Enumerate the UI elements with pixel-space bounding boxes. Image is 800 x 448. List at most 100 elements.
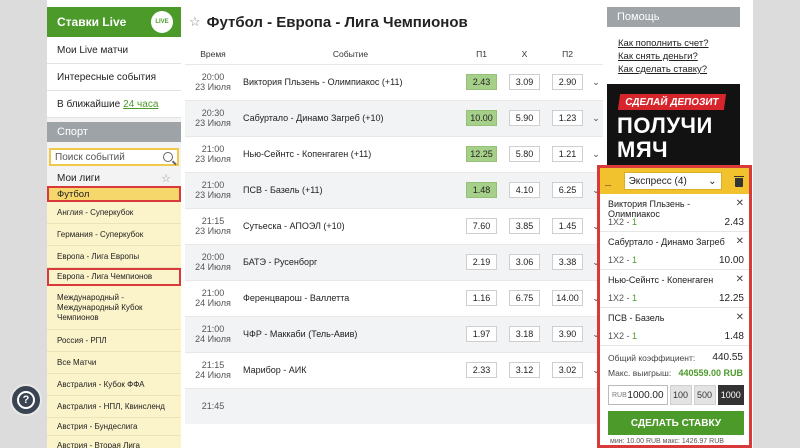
league-item[interactable]: Австралия - Кубок ФФА [47, 374, 181, 396]
my-leagues-item[interactable]: Мои лиги ☆ [47, 170, 181, 186]
event-name[interactable]: ЧФР - Маккаби (Тель-Авив) [241, 315, 460, 352]
sidebar-link-interesting[interactable]: Интересные события [47, 64, 181, 91]
table-row[interactable]: 21:15 23 Июля Сутьеска - АПОЭЛ (+10) 7.60 3.… [185, 207, 603, 244]
table-row[interactable]: 21:00 24 Июля ЧФР - Маккаби (Тель-Авив) 1.9… [185, 315, 603, 352]
league-item[interactable]: Германия - Суперкубок [47, 224, 181, 246]
max-win-label: Макс. выигрыш: [608, 367, 672, 378]
league-item[interactable]: Европа - Лига Европы [47, 246, 181, 268]
bet-odd: 12.25 [718, 293, 744, 304]
bet-market-type: 1X2 - [608, 293, 633, 303]
odd-button-p1[interactable]: 10.00 [466, 110, 497, 126]
event-name[interactable]: ПСВ - Базель (+11) [241, 171, 460, 208]
odd-button-p2[interactable]: 3.02 [552, 362, 583, 378]
odd-button-x[interactable]: 3.09 [509, 74, 540, 90]
trash-icon[interactable] [734, 175, 744, 187]
odd-button-x[interactable]: 5.90 [509, 110, 540, 126]
odd-cell: 1.23 [546, 99, 589, 136]
odd-button-p2[interactable]: 3.90 [552, 326, 583, 342]
event-time-hour: 21:00 [201, 288, 225, 298]
search-box[interactable] [49, 148, 179, 166]
table-row[interactable]: 20:00 24 Июля БАТЭ - Русенборг 2.19 3.06 3.38… [185, 243, 603, 280]
league-item-champions-league[interactable]: Европа - Лига Чемпионов [47, 268, 181, 286]
sidebar-link-my-live[interactable]: Мои Live матчи [47, 37, 181, 64]
event-name[interactable]: Ференцварош - Валлетта [241, 279, 460, 316]
expand-chevron-icon[interactable]: ⌄ [589, 63, 603, 100]
odd-button-p2[interactable]: 1.23 [552, 110, 583, 126]
odd-button-p1[interactable]: 7.60 [466, 218, 497, 234]
quick-stake-500[interactable]: 500 [693, 385, 716, 405]
sidebar-item-football[interactable]: Футбол [47, 186, 181, 202]
odd-button-p2[interactable]: 1.45 [552, 218, 583, 234]
live-header[interactable]: Ставки Live LIVE [47, 7, 181, 37]
odd-button-p1[interactable]: 1.97 [466, 326, 497, 342]
close-icon[interactable]: ✕ [736, 312, 744, 323]
table-row[interactable]: 21:15 24 Июля Марибор - АИК 2.33 3.12 3.02 ⌄ [185, 351, 603, 388]
table-row[interactable]: 21:00 23 Июля Нью-Сейнтс - Копенгаген (+11… [185, 135, 603, 172]
odd-button-p1[interactable]: 2.33 [466, 362, 497, 378]
coupon-type-select[interactable]: Экспресс (4) ⌄ [623, 172, 722, 190]
odd-button-p2[interactable]: 2.90 [552, 74, 583, 90]
odd-button-p1[interactable]: 1.16 [466, 290, 497, 306]
search-icon[interactable] [163, 152, 173, 162]
close-icon[interactable]: ✕ [736, 198, 744, 209]
odd-button-x[interactable]: 3.85 [509, 218, 540, 234]
event-name[interactable]: БАТЭ - Русенборг [241, 243, 460, 280]
odd-button-p2[interactable]: 14.00 [552, 290, 583, 306]
odd-button-x[interactable]: 3.18 [509, 326, 540, 342]
help-fab-button[interactable]: ? [10, 384, 42, 416]
odd-button-p2[interactable]: 1.21 [552, 146, 583, 162]
league-item[interactable]: Международный - Международный Кубок Чемп… [47, 286, 181, 330]
odd-button-p2[interactable]: 6.25 [552, 182, 583, 198]
league-item[interactable]: Россия - РПЛ [47, 330, 181, 352]
help-link-deposit[interactable]: Как пополнить счет? [607, 37, 740, 50]
favorite-star-icon[interactable]: ☆ [189, 14, 201, 30]
odd-button-p1[interactable]: 12.25 [466, 146, 497, 162]
table-row[interactable]: 20:30 23 Июля Сабуртало - Динамо Загреб (+… [185, 99, 603, 136]
event-name[interactable]: Нью-Сейнтс - Копенгаген (+11) [241, 135, 460, 172]
odd-cell: 2.43 [460, 63, 503, 100]
sidebar-link-upcoming[interactable]: В ближайшие 24 часа [47, 91, 181, 118]
table-row[interactable]: 21:00 23 Июля ПСВ - Базель (+11) 1.48 4.10 6.… [185, 171, 603, 208]
promo-banner[interactable]: СДЕЛАЙ ДЕПОЗИТ ПОЛУЧИ МЯЧ [607, 84, 740, 174]
upcoming-hours-link[interactable]: 24 часа [123, 99, 158, 110]
odd-cell [546, 387, 589, 424]
close-icon[interactable]: ✕ [736, 236, 744, 247]
odd-button-p1[interactable]: 2.43 [466, 74, 497, 90]
odd-button-x[interactable]: 5.80 [509, 146, 540, 162]
odd-button-x[interactable]: 4.10 [509, 182, 540, 198]
league-item[interactable]: Все Матчи [47, 352, 181, 374]
stake-input[interactable]: RUB 1000.00 [608, 385, 668, 405]
odd-button-x[interactable]: 3.06 [509, 254, 540, 270]
odd-cell: 7.60 [460, 207, 503, 244]
odd-button-p1[interactable]: 1.48 [466, 182, 497, 198]
odd-button-p1[interactable]: 2.19 [466, 254, 497, 270]
odd-button-x[interactable]: 6.75 [509, 290, 540, 306]
table-row[interactable]: 21:00 24 Июля Ференцварош - Валлетта 1.16 6.… [185, 279, 603, 316]
table-row[interactable]: 20:00 23 Июля Виктория Пльзень - Олимпиако… [185, 63, 603, 100]
search-input[interactable] [55, 151, 155, 163]
league-item[interactable]: Англия - Суперкубок [47, 202, 181, 224]
event-name[interactable]: Марибор - АИК [241, 351, 460, 388]
expand-chevron-icon[interactable]: ⌄ [589, 99, 603, 136]
close-icon[interactable]: ✕ [736, 274, 744, 285]
star-icon[interactable]: ☆ [161, 172, 171, 185]
help-link-withdraw[interactable]: Как снять деньги? [607, 50, 740, 63]
minimize-button[interactable]: _ [605, 175, 611, 187]
odd-button-p2[interactable]: 3.38 [552, 254, 583, 270]
help-link-bet[interactable]: Как сделать ставку? [607, 63, 740, 76]
col-p2: П2 [546, 45, 589, 64]
odd-button-x[interactable]: 3.12 [509, 362, 540, 378]
event-name[interactable]: Сутьеска - АПОЭЛ (+10) [241, 207, 460, 244]
league-item[interactable]: Австрия - Вторая Лига [47, 436, 181, 448]
place-bet-button[interactable]: СДЕЛАТЬ СТАВКУ [608, 411, 744, 435]
event-name[interactable]: Сабуртало - Динамо Загреб (+10) [241, 99, 460, 136]
quick-stake-100[interactable]: 100 [669, 385, 692, 405]
event-name[interactable]: Виктория Пльзень - Олимпиакос (+11) [241, 63, 460, 100]
help-panel: Помощь Как пополнить счет? Как снять ден… [607, 7, 740, 76]
league-item[interactable]: Австралия - НПЛ, Квинсленд [47, 396, 181, 418]
quick-stake-1000[interactable]: 1000 [717, 385, 744, 405]
table-row[interactable]: 21:45 [185, 387, 603, 424]
event-name[interactable] [241, 387, 460, 424]
league-item[interactable]: Австрия - Бундеслига [47, 418, 181, 436]
odd-cell [503, 387, 546, 424]
